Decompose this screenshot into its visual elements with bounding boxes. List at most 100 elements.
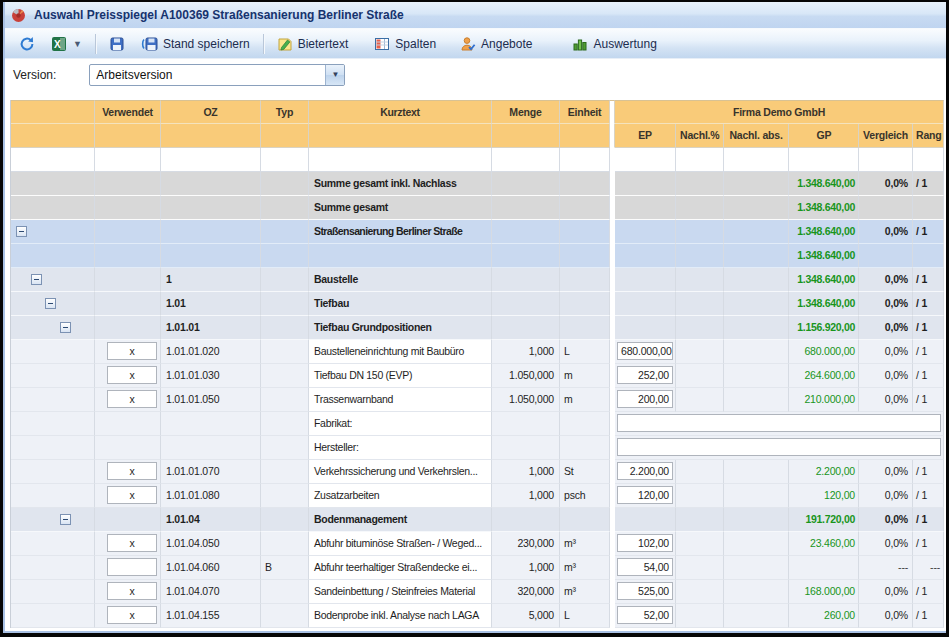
table-row: x1.01.01.070Verkehrssicherung und Verkeh… bbox=[11, 460, 945, 484]
ep-input[interactable]: 52,00 bbox=[617, 606, 673, 624]
cell-menge bbox=[492, 220, 560, 244]
verwendet-checkbox[interactable]: x bbox=[107, 366, 157, 384]
ep-input[interactable]: 120,00 bbox=[617, 486, 673, 504]
cell-menge bbox=[492, 316, 560, 340]
verwendet-checkbox[interactable] bbox=[107, 558, 157, 576]
verwendet-checkbox[interactable]: x bbox=[107, 606, 157, 624]
filter-cell[interactable] bbox=[724, 148, 789, 172]
cell-nachl-abs bbox=[724, 484, 789, 508]
cell-ep: 102,00 bbox=[615, 532, 676, 556]
save-stand-button[interactable]: Stand speichern bbox=[133, 33, 258, 55]
header-oz[interactable]: OZ bbox=[161, 100, 261, 124]
cell-ep: 120,00 bbox=[615, 484, 676, 508]
header-gp[interactable]: GP bbox=[789, 124, 859, 148]
ep-input[interactable]: 2.200,00 bbox=[617, 462, 673, 480]
cell-expander bbox=[11, 412, 95, 436]
verwendet-checkbox[interactable]: x bbox=[107, 582, 157, 600]
header-vergleich[interactable]: Vergleich bbox=[859, 124, 913, 148]
ep-input[interactable]: 680.000,00 bbox=[617, 342, 673, 360]
header-verwendet[interactable]: Verwendet bbox=[95, 100, 161, 124]
header-ep[interactable]: EP bbox=[615, 124, 676, 148]
collapse-icon[interactable] bbox=[60, 322, 71, 333]
spalten-button[interactable]: Spalten bbox=[366, 33, 444, 55]
cell-nachl-pct bbox=[676, 556, 724, 580]
header-typ[interactable]: Typ bbox=[261, 100, 309, 124]
table-row: 1.01Tiefbau1.348.640,000,0%/ 1 bbox=[11, 292, 945, 316]
cell-rang: / 1 bbox=[913, 508, 944, 532]
cell-oz: 1.01.04 bbox=[161, 508, 261, 532]
cell-rang: / 1 bbox=[913, 532, 944, 556]
filter-cell[interactable] bbox=[261, 148, 309, 172]
cell-verwendet bbox=[95, 268, 161, 292]
filter-cell[interactable] bbox=[560, 148, 610, 172]
verwendet-checkbox[interactable]: x bbox=[107, 486, 157, 504]
cell-nachl-abs bbox=[724, 604, 789, 628]
chevron-down-icon: ▼ bbox=[331, 70, 339, 79]
verwendet-checkbox[interactable]: x bbox=[107, 462, 157, 480]
filter-cell[interactable] bbox=[913, 148, 944, 172]
cell-einheit bbox=[560, 172, 610, 196]
freetext-input[interactable] bbox=[617, 438, 941, 456]
header-rang[interactable]: Rang bbox=[913, 124, 944, 148]
version-combobox[interactable]: Arbeitsversion ▼ bbox=[89, 64, 345, 86]
filter-cell[interactable] bbox=[11, 148, 95, 172]
cell-gp: 210.000,00 bbox=[789, 388, 859, 412]
cell-menge bbox=[492, 196, 560, 220]
cell-expander bbox=[11, 580, 95, 604]
header-kurztext[interactable]: Kurztext bbox=[309, 100, 492, 124]
ep-input[interactable]: 102,00 bbox=[617, 534, 673, 552]
cell-kurztext: Tiefbau bbox=[309, 292, 492, 316]
cell-verwendet: x bbox=[95, 580, 161, 604]
refresh-button[interactable] bbox=[11, 33, 43, 55]
cell-einheit bbox=[560, 292, 610, 316]
cell-gp: 191.720,00 bbox=[789, 508, 859, 532]
ep-input[interactable]: 200,00 bbox=[617, 390, 673, 408]
filter-cell[interactable] bbox=[492, 148, 560, 172]
ep-input[interactable]: 54,00 bbox=[617, 558, 673, 576]
table-row: Hersteller: bbox=[11, 436, 945, 460]
verwendet-checkbox[interactable]: x bbox=[107, 534, 157, 552]
header-menge[interactable]: Menge bbox=[492, 100, 560, 124]
ep-input[interactable]: 252,00 bbox=[617, 366, 673, 384]
header-firma[interactable]: Firma Demo GmbH bbox=[615, 100, 944, 124]
verwendet-checkbox[interactable]: x bbox=[107, 390, 157, 408]
header-nachl-abs[interactable]: Nachl. abs. bbox=[724, 124, 789, 148]
freetext-input[interactable] bbox=[617, 414, 941, 432]
filter-cell[interactable] bbox=[789, 148, 859, 172]
verwendet-checkbox[interactable]: x bbox=[107, 342, 157, 360]
filter-cell[interactable] bbox=[161, 148, 261, 172]
header-nachl-pct[interactable]: Nachl.% bbox=[676, 124, 724, 148]
cell-oz: 1.01.01.050 bbox=[161, 388, 261, 412]
cell-ep bbox=[615, 508, 676, 532]
cell-verwendet bbox=[95, 292, 161, 316]
excel-export-button[interactable]: X ▼ bbox=[43, 33, 90, 55]
save-button[interactable] bbox=[101, 33, 133, 55]
cell-typ bbox=[261, 196, 309, 220]
cell-verwendet bbox=[95, 196, 161, 220]
filter-cell[interactable] bbox=[309, 148, 492, 172]
cell-kurztext: Baustelleneinrichtung mit Baubüro bbox=[309, 340, 492, 364]
version-dropdown-button[interactable]: ▼ bbox=[325, 65, 344, 85]
cell-ep bbox=[615, 196, 676, 220]
cell-nachl-pct bbox=[676, 364, 724, 388]
header-einheit[interactable]: Einheit bbox=[560, 100, 610, 124]
bietertext-button[interactable]: Bietertext bbox=[269, 33, 357, 55]
collapse-icon[interactable] bbox=[45, 298, 56, 309]
collapse-icon[interactable] bbox=[16, 226, 27, 237]
cell-menge bbox=[492, 508, 560, 532]
filter-cell[interactable] bbox=[615, 148, 676, 172]
collapse-icon[interactable] bbox=[31, 274, 42, 285]
ep-input[interactable]: 525,00 bbox=[617, 582, 673, 600]
cell-freetext bbox=[615, 436, 944, 460]
collapse-icon[interactable] bbox=[60, 514, 71, 525]
angebote-button[interactable]: Angebote bbox=[452, 33, 540, 55]
cell-oz bbox=[161, 220, 261, 244]
filter-cell[interactable] bbox=[859, 148, 913, 172]
cell-oz bbox=[161, 412, 261, 436]
filter-cell[interactable] bbox=[676, 148, 724, 172]
cell-oz: 1.01.04.155 bbox=[161, 604, 261, 628]
cell-einheit bbox=[560, 412, 610, 436]
filter-cell[interactable] bbox=[95, 148, 161, 172]
auswertung-button[interactable]: Auswertung bbox=[564, 33, 664, 55]
cell-typ bbox=[261, 364, 309, 388]
